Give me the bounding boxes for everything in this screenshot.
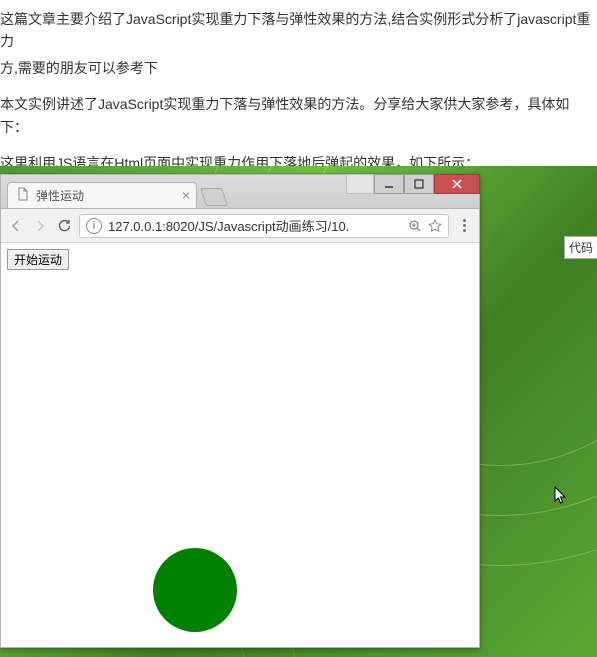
- paragraph-intro-1: 这篇文章主要介绍了JavaScript实现重力下落与弹性效果的方法,结合实例形式…: [0, 8, 597, 53]
- address-bar: i 127.0.0.1:8020/JS/Javascript动画练习/10.: [1, 209, 479, 243]
- menu-button[interactable]: [455, 219, 473, 232]
- star-icon[interactable]: [428, 219, 442, 233]
- new-tab-button[interactable]: [200, 188, 228, 206]
- kebab-dot-icon: [463, 224, 466, 227]
- site-info-icon[interactable]: i: [86, 218, 102, 234]
- zoom-icon[interactable]: [408, 219, 422, 233]
- url-text: 127.0.0.1:8020/JS/Javascript动画练习/10.: [108, 216, 402, 235]
- kebab-dot-icon: [463, 229, 466, 232]
- paragraph-summary: 本文实例讲述了JavaScript实现重力下落与弹性效果的方法。分享给大家供大家…: [0, 93, 597, 138]
- reload-button[interactable]: [55, 217, 73, 235]
- browser-window: 弹性运动 × i 127.0.0.1:8020/JS/Javascript动画练…: [0, 174, 480, 648]
- maximize-button[interactable]: [404, 174, 434, 194]
- close-button[interactable]: [434, 174, 480, 194]
- document-icon: [16, 187, 30, 204]
- browser-tab[interactable]: 弹性运动 ×: [7, 182, 197, 208]
- minimize-icon: [384, 179, 394, 189]
- maximize-icon: [414, 179, 424, 189]
- paragraph-intro-2: 方,需要的朋友可以参考下: [0, 57, 597, 79]
- bouncing-ball: [153, 548, 237, 632]
- back-button[interactable]: [7, 217, 25, 235]
- tab-close-icon[interactable]: ×: [182, 188, 190, 202]
- window-controls: [346, 174, 480, 196]
- close-icon: [452, 179, 462, 189]
- window-spacer: [346, 174, 374, 194]
- url-field[interactable]: i 127.0.0.1:8020/JS/Javascript动画练习/10.: [79, 214, 449, 238]
- page-viewport: 开始运动: [1, 243, 479, 647]
- tab-title: 弹性运动: [36, 187, 84, 204]
- reload-icon: [57, 219, 71, 233]
- side-code-button[interactable]: 代码: [564, 236, 597, 259]
- arrow-right-icon: [33, 219, 47, 233]
- arrow-left-icon: [9, 219, 23, 233]
- article-header: 这篇文章主要介绍了JavaScript实现重力下落与弹性效果的方法,结合实例形式…: [0, 8, 597, 174]
- start-button[interactable]: 开始运动: [7, 249, 69, 270]
- minimize-button[interactable]: [374, 174, 404, 194]
- forward-button[interactable]: [31, 217, 49, 235]
- kebab-dot-icon: [463, 219, 466, 222]
